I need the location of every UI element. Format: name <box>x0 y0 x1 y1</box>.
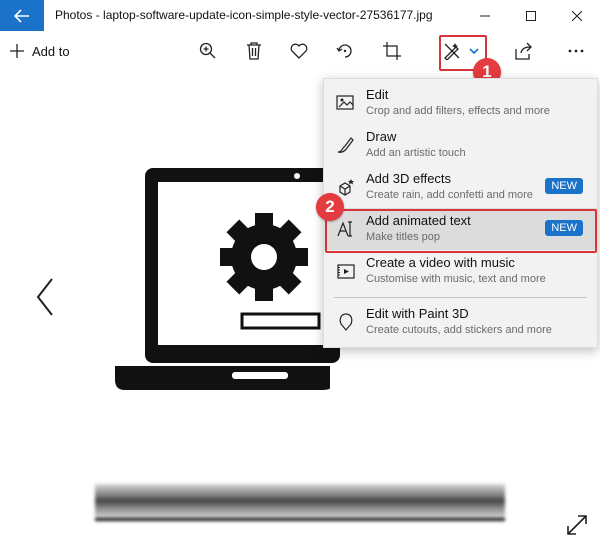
draw-pen-icon <box>335 134 357 156</box>
menu-item-label: Create a video with music <box>366 255 515 270</box>
menu-item-label: Edit with Paint 3D <box>366 306 469 321</box>
rotate-icon <box>336 44 352 58</box>
maximize-icon <box>526 10 536 21</box>
crop-button[interactable] <box>378 37 406 65</box>
expand-icon[interactable] <box>566 514 588 536</box>
blurred-caption-bar <box>95 484 505 521</box>
share-icon <box>515 42 532 60</box>
add-to-label: Add to <box>32 43 70 59</box>
favorite-button[interactable] <box>285 37 313 65</box>
more-button[interactable] <box>562 37 590 65</box>
add-to-button[interactable]: Add to <box>10 39 70 63</box>
edit-image-icon <box>335 92 357 114</box>
close-button[interactable] <box>554 0 600 31</box>
menu-item-3d-effects[interactable]: Add 3D effects Create rain, add confetti… <box>324 166 597 208</box>
menu-item-label: Draw <box>366 129 397 144</box>
menu-item-label: Add 3D effects <box>366 171 452 186</box>
close-icon <box>572 10 582 21</box>
menu-item-desc: Customise with music, text and more <box>366 273 546 285</box>
paint3d-icon <box>335 311 357 333</box>
minimize-button[interactable] <box>462 0 508 31</box>
callout-badge-2: 2 <box>316 193 344 221</box>
delete-button[interactable] <box>240 37 268 65</box>
video-icon <box>335 260 357 282</box>
title-bar: Photos - laptop-software-update-icon-sim… <box>0 0 600 31</box>
minimize-icon <box>480 15 490 16</box>
previous-arrow-icon[interactable] <box>30 275 60 319</box>
menu-separator <box>334 297 587 298</box>
menu-item-desc: Crop and add filters, effects and more <box>366 105 550 117</box>
maximize-button[interactable] <box>508 0 554 31</box>
menu-item-edit[interactable]: Edit Crop and add filters, effects and m… <box>324 82 597 124</box>
rotate-button[interactable] <box>331 37 359 65</box>
heart-icon <box>290 43 308 59</box>
menu-item-desc: Create rain, add confetti and more <box>366 189 533 201</box>
callout-box-2 <box>325 209 597 253</box>
menu-item-desc: Add an artistic touch <box>366 147 466 159</box>
zoom-button[interactable] <box>194 37 222 65</box>
menu-item-video-music[interactable]: Create a video with music Customise with… <box>324 250 597 292</box>
menu-item-label: Edit <box>366 87 389 102</box>
back-button[interactable] <box>0 0 44 31</box>
delete-icon <box>247 42 261 60</box>
share-button[interactable] <box>510 37 538 65</box>
3d-effects-icon <box>335 176 357 198</box>
crop-icon <box>383 42 401 60</box>
new-badge: NEW <box>545 178 583 194</box>
more-icon <box>568 49 584 53</box>
menu-item-desc: Create cutouts, add stickers and more <box>366 324 552 336</box>
back-arrow-icon <box>14 8 29 23</box>
toolbar: Add to <box>0 31 600 71</box>
zoom-in-icon <box>199 42 216 59</box>
menu-item-paint3d[interactable]: Edit with Paint 3D Create cutouts, add s… <box>324 301 597 343</box>
plus-icon <box>10 44 24 58</box>
window-title: Photos - laptop-software-update-icon-sim… <box>55 8 433 22</box>
menu-item-draw[interactable]: Draw Add an artistic touch <box>324 124 597 166</box>
